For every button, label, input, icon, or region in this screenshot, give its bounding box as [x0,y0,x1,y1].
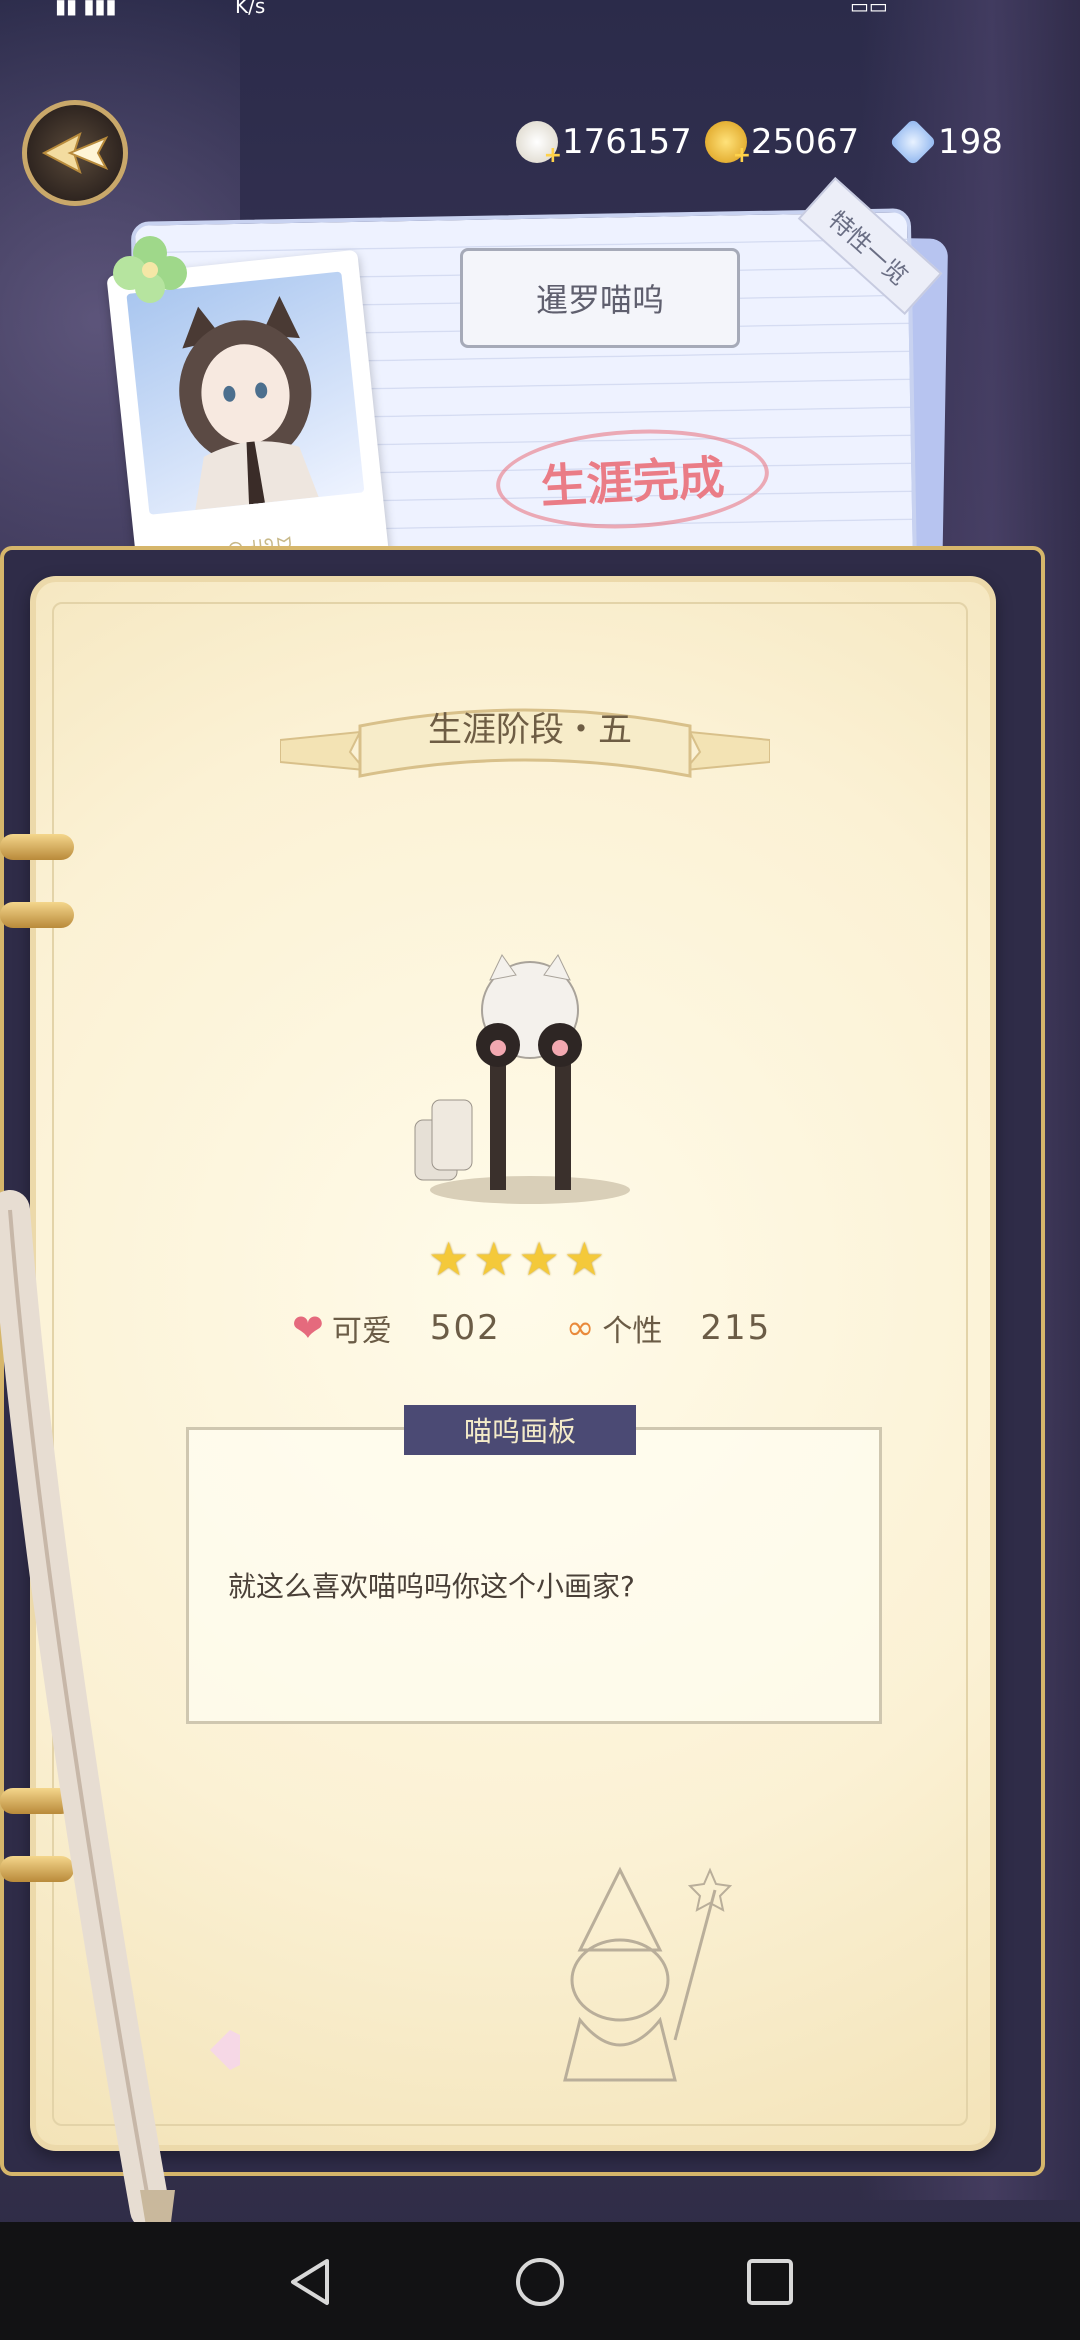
nav-home-icon[interactable] [513,2255,567,2309]
status-bar: ▮▮ ▮▮▮ K/s ▭▭ [0,0,1080,30]
back-button[interactable] [22,100,128,206]
currency-crystal-value: 198 [938,122,1003,162]
wizard-cat-sketch [563,1866,733,2082]
message-board-text: 就这么喜欢喵呜吗你这个小画家? [228,1570,635,1603]
magic-wand-pen-decoration [0,1190,240,2310]
star-icon: ★ [473,1232,515,1286]
currency-gold[interactable]: + 25067 [705,118,860,167]
star-icon: ★ [563,1232,605,1286]
career-status-text: 生涯完成 [539,450,726,514]
character-name: 暹罗喵呜 [535,281,664,319]
star-icon: ★ [518,1232,560,1286]
star-rating: ★ ★ ★ ★ [428,1232,605,1286]
stat-cute-label: 可爱 [331,1314,392,1349]
message-board-title: 喵呜画板 [404,1405,636,1455]
signal-icon: ▮▮ ▮▮▮ [55,0,117,18]
stat-personality: ∞ 个性 215 [566,1306,771,1350]
nav-back-icon[interactable] [283,2255,337,2309]
stat-cute: ❤ 可爱 502 [292,1306,501,1350]
stat-personality-label: 个性 [602,1314,663,1349]
network-speed: K/s [235,0,266,18]
shell-icon: + [516,121,562,167]
currency-gold-value: 25067 [751,122,860,162]
currency-crystal[interactable]: 198 [889,118,1003,166]
back-arrow-icon [41,131,109,175]
nav-recents-icon[interactable] [743,2255,797,2309]
binder-ring [0,834,74,860]
star-icon: ★ [428,1232,470,1286]
clover-charm-icon [113,236,187,303]
career-stage-label: 生涯阶段・五 [428,710,632,750]
binder-ring [0,902,74,928]
gold-coin-icon: + [705,121,751,167]
stat-personality-value: 215 [700,1308,772,1348]
heart-icon: ❤ [292,1306,324,1350]
currency-shell[interactable]: + 176157 [516,118,692,167]
stat-cute-value: 502 [429,1308,501,1348]
battery-icon: ▭▭ [850,0,888,18]
message-board-title-text: 喵呜画板 [463,1415,576,1448]
crystal-icon [889,118,937,166]
character-name-plate: 暹罗喵呜 [460,248,740,348]
cat-paw-sign-item [414,954,630,1204]
currency-shell-value: 176157 [562,122,692,162]
personality-icon: ∞ [566,1308,595,1348]
